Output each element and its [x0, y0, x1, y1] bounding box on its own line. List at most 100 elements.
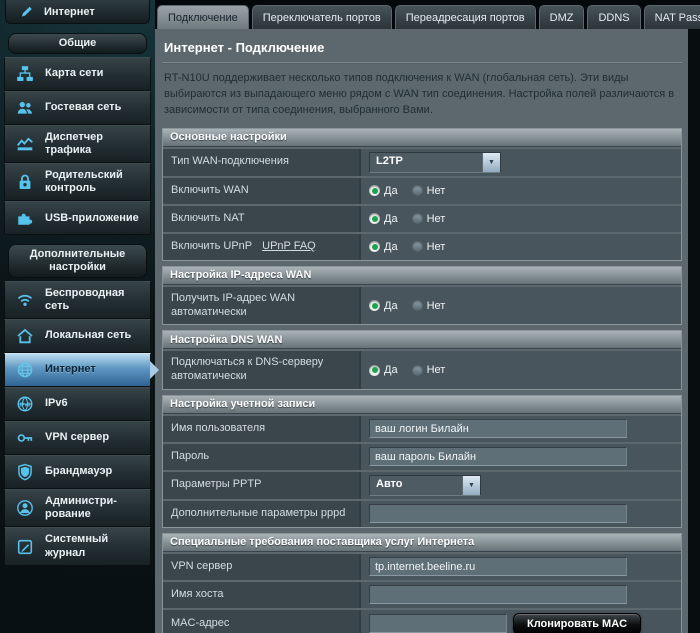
sidebar-item-label: Администри-рование — [45, 495, 117, 521]
field-label: Включить NAT — [163, 205, 361, 232]
field-label: MAC-адрес — [163, 609, 361, 633]
row-password: Пароль — [163, 443, 681, 470]
enable-nat-yes-radio[interactable]: Да — [369, 213, 398, 225]
sidebar-item-parental-control[interactable]: Родительский контроль — [4, 163, 151, 202]
sidebar-item-network-map[interactable]: Карта сети — [4, 56, 151, 91]
upnp-faq-link[interactable]: UPnP FAQ — [262, 240, 316, 254]
sidebar-item-label: Интернет — [44, 5, 95, 18]
sidebar-item-label: Беспроводная сеть — [45, 286, 125, 312]
clone-mac-button[interactable]: Клонировать MAC — [513, 612, 642, 633]
auto-ip-yes-radio[interactable]: Да — [369, 300, 398, 312]
section-basic-settings: Основные настройки Тип WAN-подключения L… — [162, 127, 682, 261]
section-header: Специальные требования поставщика услуг … — [163, 533, 681, 552]
firewall-shield-icon — [13, 463, 37, 481]
row-pppd-options: Дополнительные параметры pppd — [163, 500, 681, 527]
hostname-input[interactable] — [369, 585, 627, 605]
enable-upnp-no-radio[interactable]: Нет — [411, 240, 446, 253]
username-input[interactable] — [369, 419, 627, 439]
section-header: Основные настройки — [163, 128, 681, 147]
row-enable-upnp: Включить UPnP UPnP FAQ Да Нет — [163, 233, 681, 260]
radio-on-icon — [369, 241, 380, 253]
parental-control-icon — [13, 173, 37, 191]
svg-text:IPv6: IPv6 — [20, 402, 31, 408]
field-label: Имя пользователя — [163, 415, 361, 442]
wireless-icon — [13, 291, 37, 309]
sidebar-item-label: Локальная сеть — [45, 329, 132, 342]
radio-off-icon — [411, 364, 423, 376]
radio-label: Нет — [426, 212, 446, 225]
syslog-icon — [13, 538, 37, 556]
title-divider — [162, 62, 682, 64]
field-label: VPN сервер — [163, 553, 361, 580]
auto-dns-no-radio[interactable]: Нет — [411, 364, 446, 377]
vpn-server-input[interactable] — [369, 557, 627, 577]
chevron-down-icon[interactable] — [482, 152, 500, 172]
sidebar-item-traffic-manager[interactable]: Диспетчер трафика — [4, 124, 151, 164]
radio-label: Нет — [426, 364, 446, 377]
sidebar-item-vpn-server[interactable]: VPN сервер — [4, 421, 151, 456]
sidebar-item-label: IPv6 — [45, 397, 68, 410]
sidebar-item-usb-application[interactable]: USB-приложение — [4, 201, 151, 236]
guest-network-icon — [13, 99, 37, 117]
section-wan-ip: Настройка IP-адреса WAN Получить IP-адре… — [162, 265, 682, 326]
section-header: Настройка DNS WAN — [163, 331, 681, 350]
field-label: Тип WAN-подключения — [163, 148, 361, 176]
ipv6-globe-icon: IPv6 — [13, 395, 37, 413]
radio-label: Да — [384, 240, 398, 253]
radio-on-icon — [369, 185, 380, 197]
sidebar-item-label: Интернет — [45, 363, 96, 376]
sidebar-item-system-log[interactable]: Системный журнал — [4, 527, 151, 566]
wan-type-selected-value: L2TP — [376, 154, 403, 167]
sidebar-item-wan-internet[interactable]: Интернет — [4, 353, 159, 388]
radio-label: Нет — [426, 299, 446, 312]
radio-on-icon — [369, 300, 380, 312]
password-input[interactable] — [369, 447, 627, 467]
tab-bar: Подключение Переключатель портов Переадр… — [155, 0, 700, 29]
section-wan-dns: Настройка DNS WAN Подключаться к DNS-сер… — [162, 330, 682, 390]
sidebar: Интернет Общие Карта сети Гостевая сеть — [0, 0, 159, 633]
tab-dmz[interactable]: DMZ — [538, 5, 585, 29]
radio-on-icon — [369, 213, 380, 225]
enable-upnp-yes-radio[interactable]: Да — [369, 241, 398, 253]
tab-connection[interactable]: Подключение — [157, 5, 249, 29]
sidebar-item-ipv6[interactable]: IPv6 IPv6 — [4, 387, 151, 422]
mac-address-input[interactable] — [369, 614, 507, 633]
sidebar-item-lan[interactable]: Локальная сеть — [4, 319, 151, 354]
sidebar-item-wireless[interactable]: Беспроводная сеть — [4, 280, 151, 320]
wan-type-select[interactable]: L2TP — [369, 151, 501, 173]
router-admin-window: Интернет Общие Карта сети Гостевая сеть — [0, 0, 700, 633]
auto-ip-no-radio[interactable]: Нет — [411, 299, 446, 312]
row-wan-type: Тип WAN-подключения L2TP — [163, 148, 681, 176]
traffic-manager-icon — [13, 135, 37, 153]
sidebar-section-general-header: Общие — [8, 33, 147, 54]
radio-off-icon — [411, 241, 423, 253]
tab-nat-passthrough[interactable]: NAT Passthrough — [643, 5, 700, 29]
tab-port-trigger[interactable]: Переключатель портов — [251, 5, 392, 29]
sidebar-item-administration[interactable]: Администри-рование — [4, 489, 151, 528]
sidebar-item-label: Брандмауэр — [45, 465, 113, 478]
auto-dns-yes-radio[interactable]: Да — [369, 364, 398, 376]
sidebar-item-label: Карта сети — [45, 67, 104, 80]
sidebar-item-label: Диспетчер трафика — [45, 130, 103, 156]
pppd-options-input[interactable] — [369, 504, 627, 524]
tab-port-forwarding[interactable]: Переадресация портов — [394, 5, 536, 29]
pptp-options-select[interactable]: Авто — [369, 474, 481, 496]
row-auto-dns: Подключаться к DNS-серверу автоматически… — [163, 351, 681, 389]
radio-label: Нет — [426, 240, 446, 253]
sidebar-item-label: Гостевая сеть — [45, 101, 122, 114]
content-panel: Интернет - Подключение RT-N10U поддержив… — [155, 29, 700, 633]
sidebar-item-guest-network[interactable]: Гостевая сеть — [4, 90, 151, 125]
tab-ddns[interactable]: DDNS — [587, 5, 641, 29]
chevron-down-icon[interactable] — [462, 475, 480, 495]
enable-nat-no-radio[interactable]: Нет — [411, 212, 446, 225]
sidebar-item-quick-internet-setup[interactable]: Интернет — [5, 0, 150, 24]
radio-off-icon — [411, 185, 423, 197]
row-mac-address: MAC-адрес Клонировать MAC — [163, 609, 681, 633]
page-description: RT-N10U поддерживает несколько типов под… — [164, 72, 675, 116]
enable-wan-yes-radio[interactable]: Да — [369, 185, 398, 197]
network-map-icon — [13, 65, 37, 83]
sidebar-item-firewall[interactable]: Брандмауэр — [4, 455, 151, 490]
radio-off-icon — [411, 300, 423, 312]
enable-wan-no-radio[interactable]: Нет — [411, 185, 445, 197]
field-label: Имя хоста — [163, 581, 361, 608]
